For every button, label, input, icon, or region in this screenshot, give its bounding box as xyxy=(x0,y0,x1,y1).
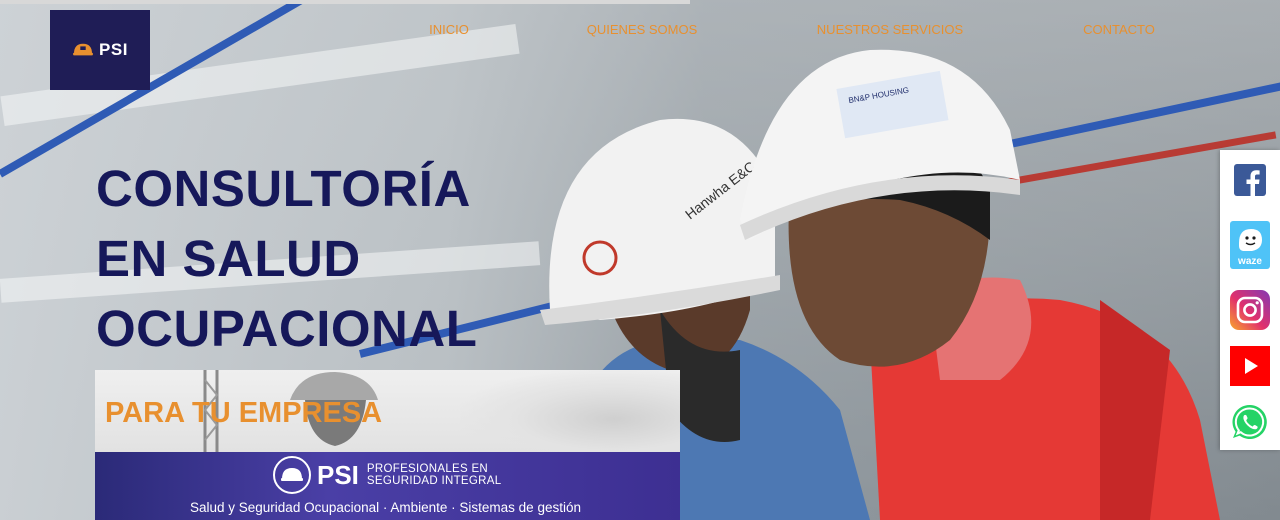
worker-right-image: BN&P HOUSING xyxy=(740,49,1220,520)
headline-line: CONSULTORÍA xyxy=(96,160,471,217)
facebook-button[interactable] xyxy=(1230,160,1270,200)
social-sidebar: waze xyxy=(1220,150,1280,450)
promo-services: Salud y Seguridad Ocupacional · Ambiente… xyxy=(190,500,581,515)
whatsapp-button[interactable] xyxy=(1230,402,1270,442)
promo-brand-name: PSI xyxy=(317,459,359,490)
nav-item-inicio[interactable]: INICIO xyxy=(429,22,469,37)
hero-headline: CONSULTORÍA EN SALUD OCUPACIONAL xyxy=(96,154,516,364)
whatsapp-icon xyxy=(1232,404,1267,439)
youtube-icon xyxy=(1230,346,1270,386)
instagram-icon xyxy=(1230,290,1270,330)
waze-label: waze xyxy=(1237,256,1262,267)
headline-line: EN SALUD xyxy=(96,230,361,287)
top-strip xyxy=(0,0,690,4)
youtube-button[interactable] xyxy=(1230,346,1270,386)
headline-line: OCUPACIONAL xyxy=(96,300,478,357)
promo-tagline-line: PROFESIONALES EN xyxy=(366,463,489,475)
promo-helmet-icon xyxy=(273,456,311,494)
promo-brand: PSI PROFESIONALES EN SEGURIDAD INTEGRAL xyxy=(273,456,501,494)
facebook-icon xyxy=(1234,164,1266,196)
nav-item-contacto[interactable]: CONTACTO xyxy=(1083,22,1155,37)
waze-icon: waze xyxy=(1230,221,1270,269)
instagram-button[interactable] xyxy=(1230,290,1270,330)
logo-text: PSI xyxy=(99,40,128,59)
nav-item-nuestros-servicios[interactable]: NUESTROS SERVICIOS xyxy=(817,22,963,37)
nav-item-quienes-somos[interactable]: QUIENES SOMOS xyxy=(587,22,698,37)
promo-tagline: PROFESIONALES EN SEGURIDAD INTEGRAL xyxy=(367,463,501,487)
promo-title: PARA TU EMPRESA xyxy=(105,397,383,429)
waze-button[interactable]: waze xyxy=(1230,220,1270,270)
promo-sky xyxy=(460,370,680,452)
promo-banner[interactable]: PARA TU EMPRESA PSI PROFESIONALES EN SEG… xyxy=(95,370,680,520)
main-nav: INICIO QUIENES SOMOS NUESTROS SERVICIOS … xyxy=(0,22,1280,42)
promo-tagline-line: SEGURIDAD INTEGRAL xyxy=(366,475,502,487)
helmet-logo-icon xyxy=(73,43,93,56)
